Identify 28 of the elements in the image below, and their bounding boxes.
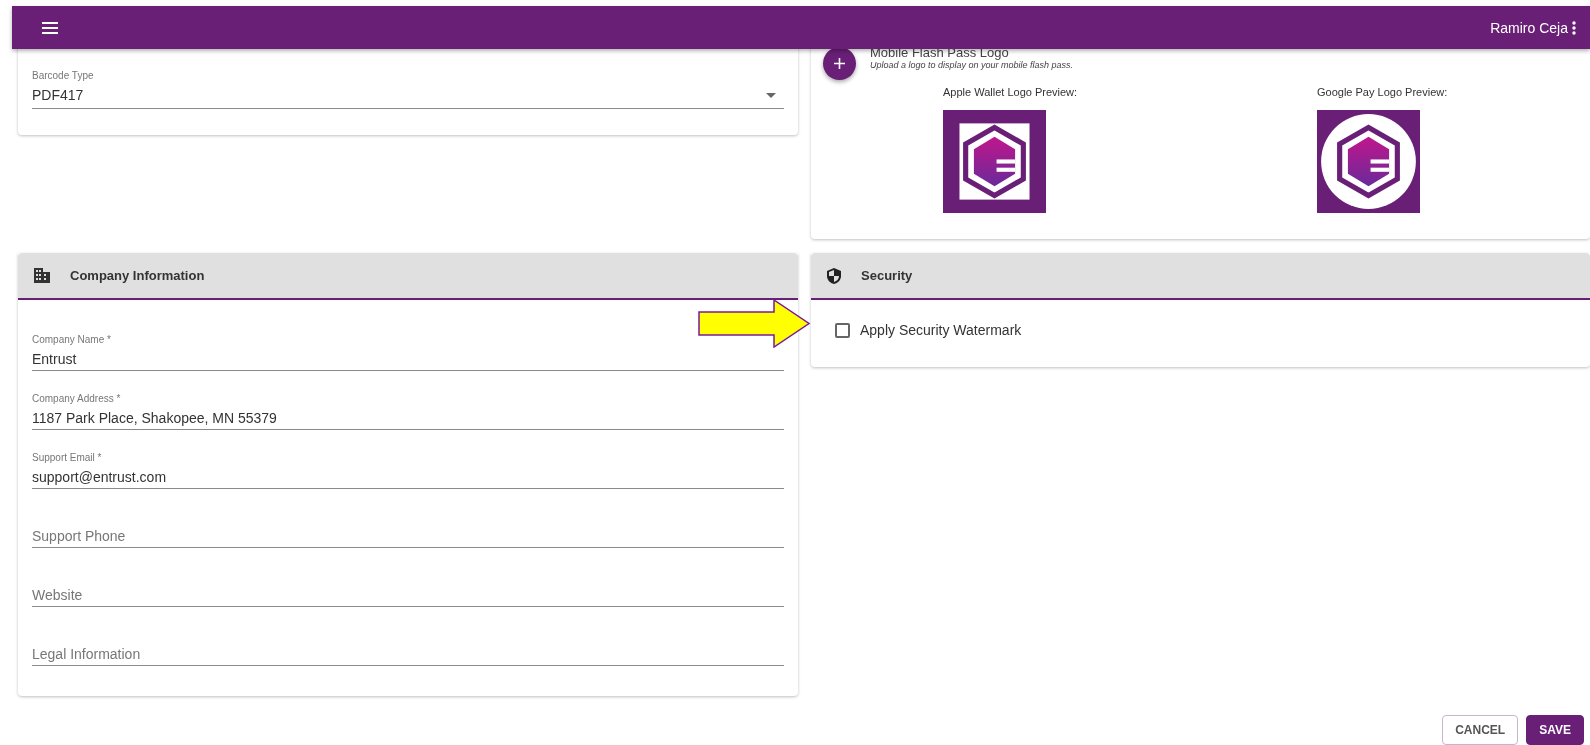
dropdown-arrow-icon [766, 92, 776, 98]
text-field[interactable]: Support Phone [32, 528, 784, 548]
barcode-type-select[interactable]: PDF417 [32, 87, 784, 109]
checkbox[interactable] [835, 322, 850, 338]
user-name[interactable]: Ramiro Ceja [1490, 19, 1568, 36]
card-title: Security [861, 268, 913, 283]
menu-icon[interactable] [42, 21, 58, 34]
card-title: Company Information [70, 268, 205, 283]
building-icon [34, 268, 50, 283]
preview-label: Apple Wallet Logo Preview: [943, 86, 1079, 98]
text-field[interactable]: Entrust [32, 351, 784, 371]
more-vertical-icon[interactable] [1572, 20, 1576, 35]
checkbox-label[interactable]: Apply Security Watermark [860, 322, 1022, 338]
text-field[interactable]: Website [32, 587, 784, 607]
text-field[interactable]: 1187 Park Place, Shakopee, MN 55379 [32, 410, 784, 430]
shield-icon [827, 267, 841, 284]
logo-hint: Upload a logo to display on your mobile flash pass. [870, 60, 1074, 70]
cancel-button[interactable]: CANCEL [1442, 715, 1519, 745]
text-field[interactable]: support@entrust.com [32, 469, 784, 489]
field-label: Company Name * [32, 334, 112, 345]
add-logo-button[interactable] [823, 47, 856, 80]
preview-label: Google Pay Logo Preview: [1317, 86, 1449, 98]
text-field[interactable]: Legal Information [32, 646, 784, 666]
field-label: Barcode Type [32, 70, 95, 81]
plus-icon [834, 58, 845, 69]
save-button[interactable]: SAVE [1526, 715, 1584, 745]
field-label: Company Address * [32, 393, 122, 404]
field-label: Support Email * [32, 452, 103, 463]
